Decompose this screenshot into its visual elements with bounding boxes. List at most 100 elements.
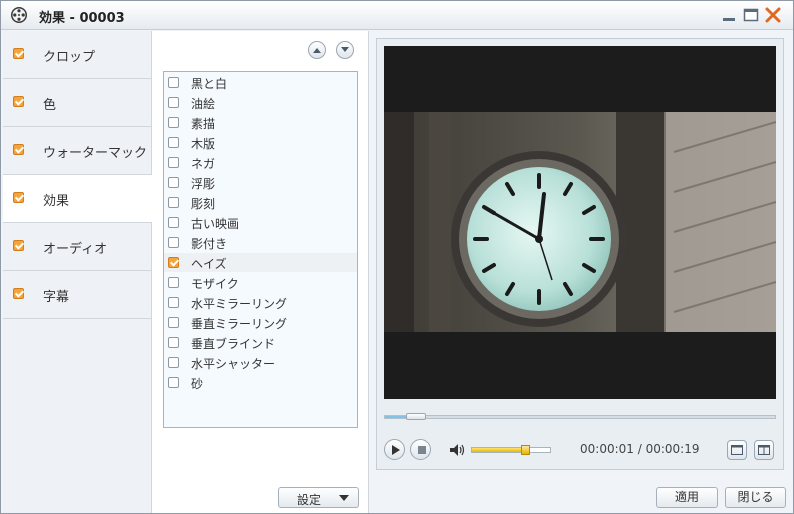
sidebar-item-color[interactable]: 色 xyxy=(3,79,151,127)
film-reel-icon xyxy=(11,7,27,23)
effect-label: 垂直ミラーリング xyxy=(191,317,288,331)
sidebar-item-crop[interactable]: クロップ xyxy=(3,31,151,79)
effect-label: 木版 xyxy=(191,137,216,151)
effect-checkbox[interactable] xyxy=(168,97,179,108)
effect-checkbox[interactable] xyxy=(168,357,179,368)
effect-item-vertical-mirror[interactable]: 垂直ミラーリング xyxy=(164,313,357,332)
audio-checkbox[interactable] xyxy=(13,240,24,251)
window-title: 効果 - 00003 xyxy=(39,11,125,26)
title-bar[interactable]: 効果 - 00003 xyxy=(1,1,793,30)
video-preview xyxy=(384,46,776,399)
effect-list[interactable]: 黒と白 油絵 素描 木版 ネガ 浮彫 彫刻 古い映画 影付き ヘイズ モザイク … xyxy=(163,71,358,428)
stop-button[interactable] xyxy=(410,439,431,460)
effect-label: 水平シャッター xyxy=(191,357,276,371)
sidebar-item-subtitles[interactable]: 字幕 xyxy=(3,271,151,319)
preview-panel: 00:00:01 / 00:00:19 適用 閉じる xyxy=(369,31,793,513)
effect-item-shadow[interactable]: 影付き xyxy=(164,233,357,252)
effects-checkbox[interactable] xyxy=(13,192,24,203)
volume-thumb[interactable] xyxy=(521,445,531,455)
effect-checkbox[interactable] xyxy=(168,277,179,288)
effect-checkbox[interactable] xyxy=(168,197,179,208)
apply-button[interactable]: 適用 xyxy=(656,487,718,508)
sidebar-item-label: 効果 xyxy=(43,194,70,209)
effect-label: 古い映画 xyxy=(191,217,240,231)
effect-item-horizontal-shutter[interactable]: 水平シャッター xyxy=(164,353,357,372)
effect-label: 黒と白 xyxy=(191,77,228,91)
effect-item-sand[interactable]: 砂 xyxy=(164,373,357,392)
settings-dropdown-button[interactable]: 設定 xyxy=(278,487,359,508)
effect-item-vertical-blinds[interactable]: 垂直ブラインド xyxy=(164,333,357,352)
sidebar-item-label: クロップ xyxy=(43,50,96,65)
settings-label: 設定 xyxy=(297,493,322,507)
effect-item-horizontal-mirror[interactable]: 水平ミラーリング xyxy=(164,293,357,312)
effect-checkbox[interactable] xyxy=(168,217,179,228)
single-view-button[interactable] xyxy=(727,440,747,460)
effect-label: 水平ミラーリング xyxy=(191,297,288,311)
speaker-icon[interactable] xyxy=(450,444,466,456)
effect-checkbox[interactable] xyxy=(168,317,179,328)
effect-item-old-film[interactable]: 古い映画 xyxy=(164,213,357,232)
effect-label: ネガ xyxy=(191,157,216,171)
effect-checkbox[interactable] xyxy=(168,117,179,128)
sidebar-item-watermark[interactable]: ウォーターマック xyxy=(3,127,151,175)
single-view-icon xyxy=(731,445,743,455)
effect-checkbox[interactable] xyxy=(168,77,179,88)
effect-label: 彫刻 xyxy=(191,197,216,211)
effect-checkbox[interactable] xyxy=(168,157,179,168)
effect-label: 垂直ブラインド xyxy=(191,337,276,351)
time-display: 00:00:01 / 00:00:19 xyxy=(580,442,700,456)
caret-down-icon xyxy=(339,495,349,501)
effect-checkbox[interactable] xyxy=(168,177,179,188)
play-icon xyxy=(392,445,400,455)
seek-progress xyxy=(385,416,406,418)
close-button[interactable]: 閉じる xyxy=(725,487,786,508)
subtitles-checkbox[interactable] xyxy=(13,288,24,299)
sidebar-item-label: 字幕 xyxy=(43,290,70,305)
move-up-button[interactable] xyxy=(308,41,326,59)
split-view-icon xyxy=(758,445,770,455)
video-player: 00:00:01 / 00:00:19 xyxy=(376,38,784,470)
effect-label: 油絵 xyxy=(191,97,216,111)
arrow-up-icon xyxy=(313,48,321,53)
effect-checkbox[interactable] xyxy=(168,337,179,348)
split-view-button[interactable] xyxy=(754,440,774,460)
effect-item-haze[interactable]: ヘイズ xyxy=(164,253,357,272)
effects-panel: 黒と白 油絵 素描 木版 ネガ 浮彫 彫刻 古い映画 影付き ヘイズ モザイク … xyxy=(152,31,369,513)
minimize-button[interactable] xyxy=(720,6,738,24)
crop-checkbox[interactable] xyxy=(13,48,24,59)
maximize-button[interactable] xyxy=(742,6,760,24)
seek-thumb[interactable] xyxy=(405,413,426,420)
effect-checkbox[interactable] xyxy=(168,237,179,248)
close-window-button[interactable] xyxy=(764,6,782,24)
watermark-checkbox[interactable] xyxy=(13,144,24,155)
move-down-button[interactable] xyxy=(336,41,354,59)
effect-label: 影付き xyxy=(191,237,228,251)
arrow-down-icon xyxy=(341,47,349,52)
effect-item-negative[interactable]: ネガ xyxy=(164,153,357,172)
effect-item-black-and-white[interactable]: 黒と白 xyxy=(164,73,357,92)
effect-label: モザイク xyxy=(191,277,239,291)
effect-item-mosaic[interactable]: モザイク xyxy=(164,273,357,292)
effect-checkbox[interactable] xyxy=(168,257,179,268)
sidebar-item-effects[interactable]: 効果 xyxy=(3,175,153,223)
volume-level xyxy=(472,448,526,452)
effect-label: ヘイズ xyxy=(191,257,227,271)
effect-checkbox[interactable] xyxy=(168,297,179,308)
effect-item-emboss[interactable]: 浮彫 xyxy=(164,173,357,192)
sidebar-item-audio[interactable]: オーディオ xyxy=(3,223,151,271)
stop-icon xyxy=(418,446,426,454)
effects-window: 効果 - 00003 クロップ 色 ウォーターマック 効果 オーディオ 字幕 黒… xyxy=(0,0,794,514)
seek-bar[interactable] xyxy=(384,413,776,420)
sidebar-item-label: ウォーターマック xyxy=(43,146,148,161)
effect-item-sketch[interactable]: 素描 xyxy=(164,113,357,132)
effect-item-oil-painting[interactable]: 油絵 xyxy=(164,93,357,112)
video-frame-clock-image xyxy=(384,112,776,332)
effect-item-woodcut[interactable]: 木版 xyxy=(164,133,357,152)
sidebar-item-label: 色 xyxy=(43,98,57,113)
color-checkbox[interactable] xyxy=(13,96,24,107)
volume-slider[interactable] xyxy=(471,445,551,455)
play-button[interactable] xyxy=(384,439,405,460)
effect-item-engrave[interactable]: 彫刻 xyxy=(164,193,357,212)
effect-checkbox[interactable] xyxy=(168,377,179,388)
effect-checkbox[interactable] xyxy=(168,137,179,148)
